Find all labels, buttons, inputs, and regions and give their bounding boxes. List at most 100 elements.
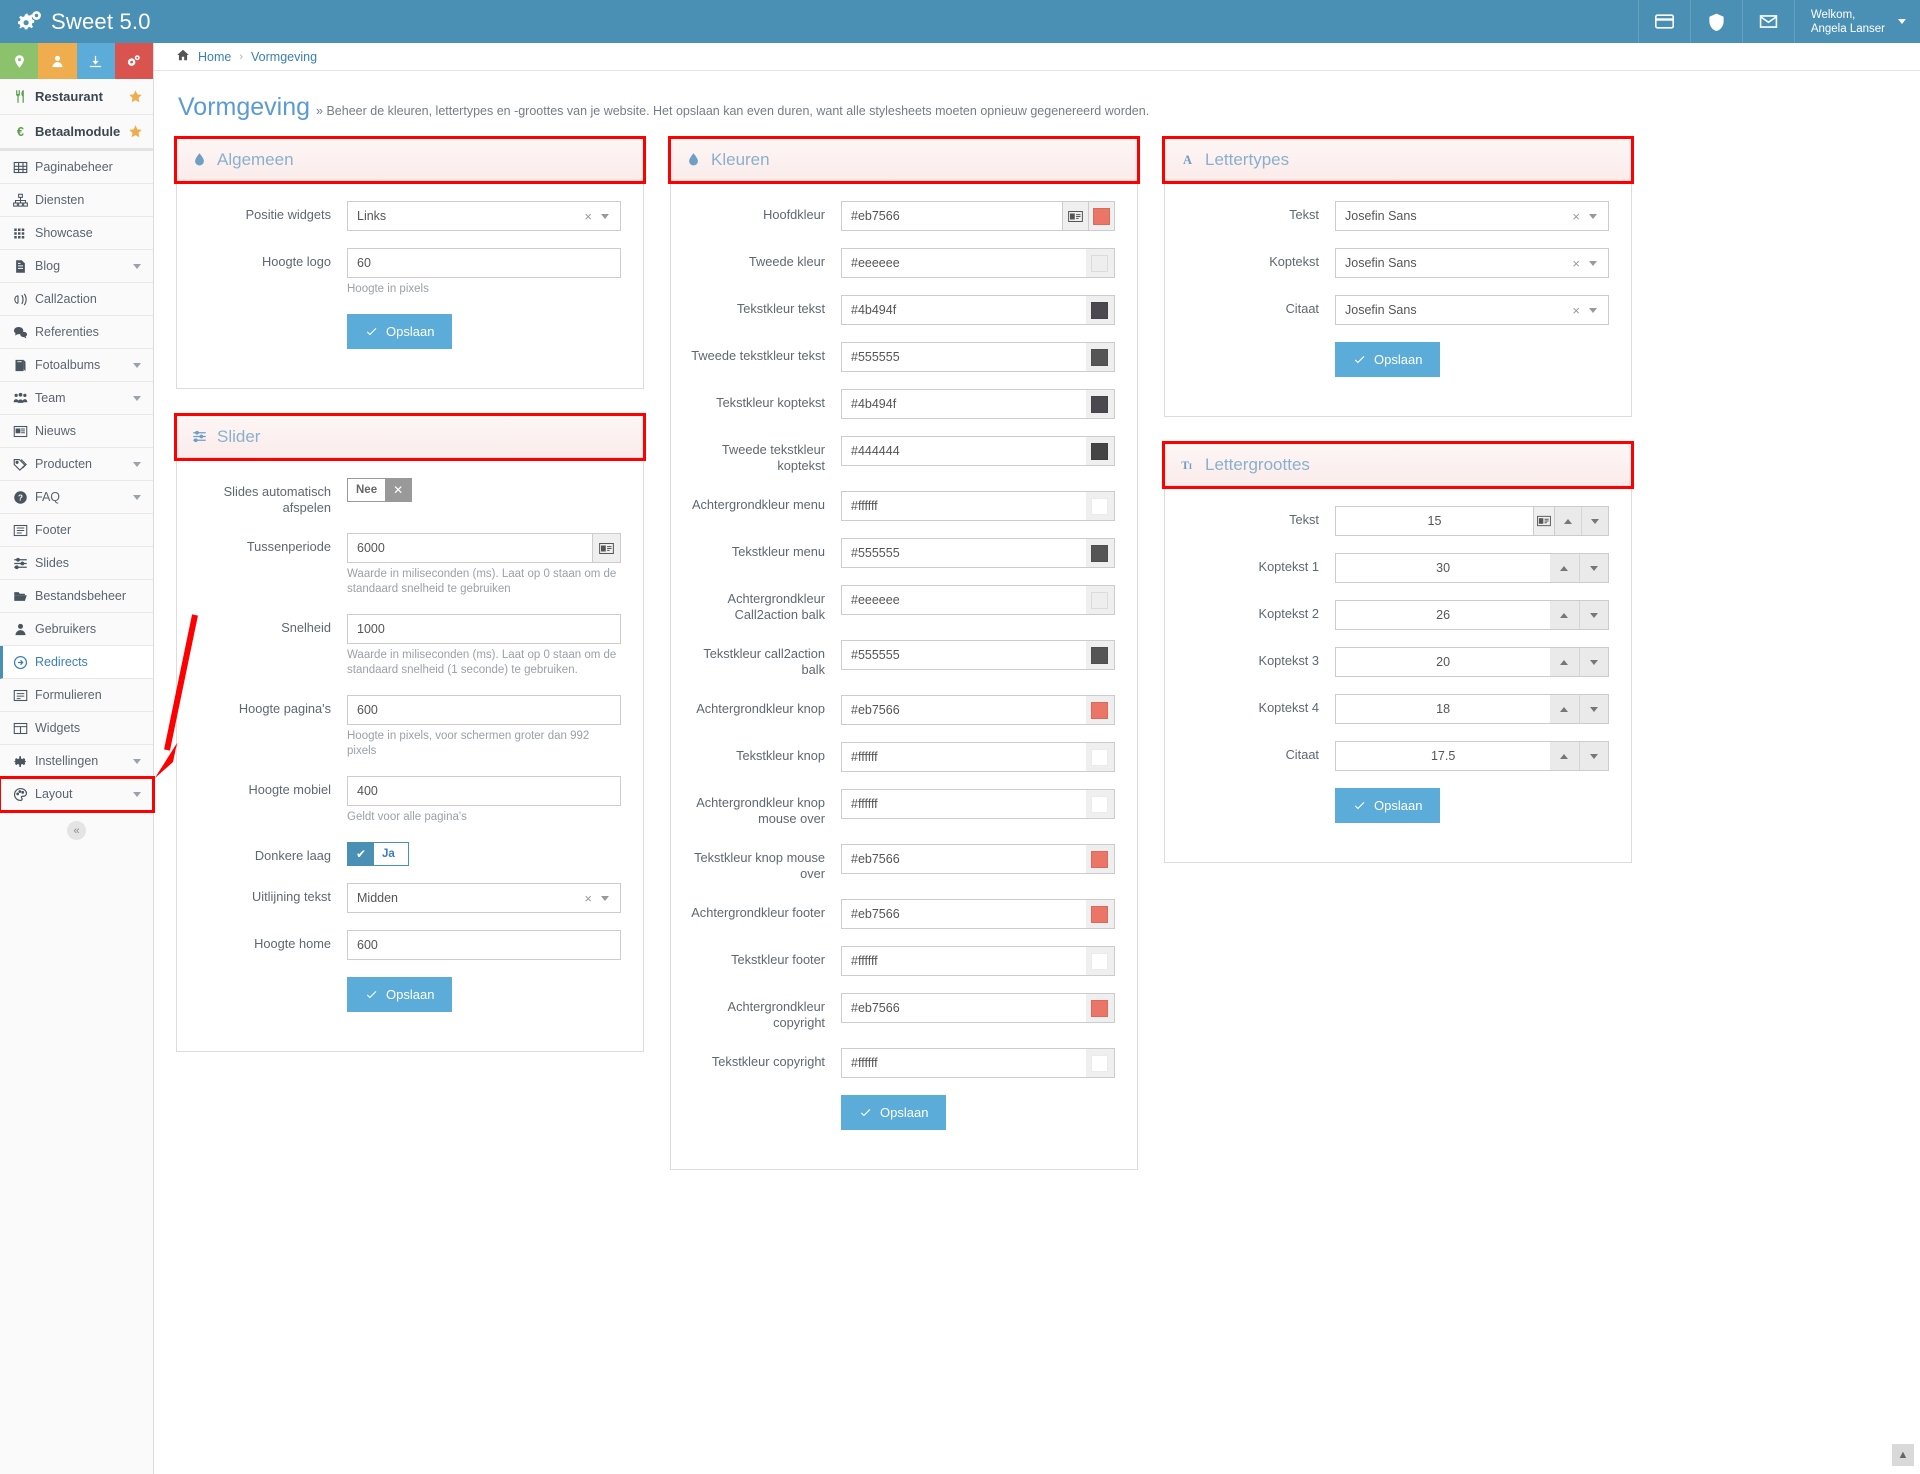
color-hex-input[interactable] bbox=[841, 1048, 1086, 1078]
color-hex-input[interactable] bbox=[841, 899, 1086, 929]
color-hex-input[interactable] bbox=[841, 695, 1086, 725]
spinner-increment-button[interactable] bbox=[1550, 554, 1579, 582]
clear-icon[interactable]: × bbox=[1572, 256, 1580, 271]
hoogte-logo-input[interactable] bbox=[347, 248, 621, 278]
sidebar-item-nieuws[interactable]: Nieuws bbox=[0, 415, 153, 448]
user-icon[interactable] bbox=[38, 43, 76, 79]
shield-icon[interactable] bbox=[1690, 0, 1742, 43]
color-swatch-button[interactable] bbox=[1086, 538, 1115, 568]
uitlijning-tekst-select[interactable]: Midden × bbox=[347, 883, 621, 913]
sidebar-item-betaalmodule[interactable]: €Betaalmodule bbox=[0, 115, 153, 151]
hoogte-home-input[interactable] bbox=[347, 930, 621, 960]
sidebar-item-faq[interactable]: ?FAQ bbox=[0, 481, 153, 514]
color-hex-input[interactable] bbox=[841, 789, 1086, 819]
positie-widgets-select[interactable]: Links × bbox=[347, 201, 621, 231]
color-hex-input[interactable] bbox=[841, 946, 1086, 976]
spinner-decrement-button[interactable] bbox=[1580, 648, 1608, 676]
slides-auto-toggle[interactable]: Nee ✕ bbox=[347, 478, 412, 502]
font-select[interactable]: Josefin Sans× bbox=[1335, 295, 1609, 325]
fontsize-input[interactable] bbox=[1335, 600, 1550, 630]
color-swatch-button[interactable] bbox=[1086, 248, 1115, 278]
spinner-increment-button[interactable] bbox=[1550, 695, 1579, 723]
clear-icon[interactable]: × bbox=[584, 891, 592, 906]
spinner-decrement-button[interactable] bbox=[1580, 601, 1608, 629]
keyboard-icon[interactable] bbox=[592, 533, 621, 563]
hoogte-mobiel-input[interactable] bbox=[347, 776, 621, 806]
spinner-decrement-button[interactable] bbox=[1580, 695, 1608, 723]
tussenperiode-input[interactable] bbox=[347, 533, 592, 563]
color-hex-input[interactable] bbox=[841, 295, 1086, 325]
kleuren-save-button[interactable]: Opslaan bbox=[841, 1095, 946, 1130]
sidebar-item-paginabeheer[interactable]: Paginabeheer bbox=[0, 151, 153, 184]
color-hex-input[interactable] bbox=[841, 993, 1086, 1023]
sidebar-item-redirects[interactable]: Redirects bbox=[0, 646, 153, 679]
color-hex-input[interactable] bbox=[841, 342, 1086, 372]
sidebar-item-formulieren[interactable]: Formulieren bbox=[0, 679, 153, 712]
app-brand[interactable]: Sweet 5.0 bbox=[0, 9, 151, 35]
user-menu[interactable]: Welkom, Angela Lanser bbox=[1794, 0, 1920, 43]
algemeen-save-button[interactable]: Opslaan bbox=[347, 314, 452, 349]
color-swatch-button[interactable] bbox=[1086, 1048, 1115, 1078]
color-swatch-button[interactable] bbox=[1086, 993, 1115, 1023]
clear-icon[interactable]: × bbox=[1572, 303, 1580, 318]
color-hex-input[interactable] bbox=[841, 389, 1086, 419]
color-swatch-button[interactable] bbox=[1086, 491, 1115, 521]
sidebar-item-blog[interactable]: Blog bbox=[0, 250, 153, 283]
color-swatch-button[interactable] bbox=[1086, 389, 1115, 419]
color-swatch-button[interactable] bbox=[1086, 789, 1115, 819]
sidebar-item-showcase[interactable]: Showcase bbox=[0, 217, 153, 250]
font-select[interactable]: Josefin Sans× bbox=[1335, 248, 1609, 278]
color-hex-input[interactable] bbox=[841, 538, 1086, 568]
sidebar-collapse-button[interactable]: « bbox=[67, 821, 86, 840]
font-select[interactable]: Josefin Sans× bbox=[1335, 201, 1609, 231]
spinner-increment-button[interactable] bbox=[1550, 648, 1579, 676]
spinner-decrement-button[interactable] bbox=[1580, 742, 1608, 770]
card-icon[interactable] bbox=[1638, 0, 1690, 43]
sidebar-item-bestandsbeheer[interactable]: Bestandsbeheer bbox=[0, 580, 153, 613]
color-swatch-button[interactable] bbox=[1086, 436, 1115, 466]
spinner-increment-button[interactable] bbox=[1550, 601, 1579, 629]
color-swatch-button[interactable] bbox=[1086, 585, 1115, 615]
color-swatch-button[interactable] bbox=[1086, 844, 1115, 874]
sidebar-item-gebruikers[interactable]: Gebruikers bbox=[0, 613, 153, 646]
color-swatch-button[interactable] bbox=[1086, 899, 1115, 929]
donkere-laag-toggle[interactable]: ✔ Ja bbox=[347, 842, 409, 866]
color-hex-input[interactable] bbox=[841, 201, 1062, 231]
fontsize-input[interactable] bbox=[1335, 647, 1550, 677]
star-icon[interactable] bbox=[128, 124, 143, 139]
breadcrumb-home[interactable]: Home bbox=[198, 50, 231, 64]
sidebar-item-team[interactable]: Team bbox=[0, 382, 153, 415]
fontsize-input[interactable] bbox=[1335, 506, 1533, 536]
color-swatch-button[interactable] bbox=[1086, 742, 1115, 772]
color-hex-input[interactable] bbox=[841, 844, 1086, 874]
color-hex-input[interactable] bbox=[841, 491, 1086, 521]
color-swatch-button[interactable] bbox=[1086, 695, 1115, 725]
sidebar-item-layout[interactable]: Layout bbox=[0, 778, 153, 811]
color-swatch-button[interactable] bbox=[1086, 946, 1115, 976]
sidebar-item-producten[interactable]: Producten bbox=[0, 448, 153, 481]
scroll-to-top-button[interactable]: ▲ bbox=[1892, 1444, 1914, 1466]
spinner-decrement-button[interactable] bbox=[1582, 507, 1608, 535]
snelheid-input[interactable] bbox=[347, 614, 621, 644]
sidebar-item-fotoalbums[interactable]: Fotoalbums bbox=[0, 349, 153, 382]
sidebar-item-call2action[interactable]: Call2action bbox=[0, 283, 153, 316]
lettergroottes-save-button[interactable]: Opslaan bbox=[1335, 788, 1440, 823]
spinner-increment-button[interactable] bbox=[1550, 742, 1579, 770]
sidebar-item-instellingen[interactable]: Instellingen bbox=[0, 745, 153, 778]
star-icon[interactable] bbox=[128, 89, 143, 104]
color-swatch-button[interactable] bbox=[1086, 342, 1115, 372]
sidebar-item-diensten[interactable]: Diensten bbox=[0, 184, 153, 217]
color-hex-input[interactable] bbox=[841, 585, 1086, 615]
sidebar-item-footer[interactable]: Footer bbox=[0, 514, 153, 547]
clear-icon[interactable]: × bbox=[584, 209, 592, 224]
fontsize-input[interactable] bbox=[1335, 694, 1550, 724]
color-hex-input[interactable] bbox=[841, 436, 1086, 466]
gears-icon[interactable] bbox=[115, 43, 153, 79]
clear-icon[interactable]: × bbox=[1572, 209, 1580, 224]
slider-save-button[interactable]: Opslaan bbox=[347, 977, 452, 1012]
color-hex-input[interactable] bbox=[841, 640, 1086, 670]
location-icon[interactable] bbox=[0, 43, 38, 79]
color-swatch-button[interactable] bbox=[1086, 295, 1115, 325]
keyboard-icon[interactable] bbox=[1533, 506, 1555, 536]
fontsize-input[interactable] bbox=[1335, 553, 1550, 583]
